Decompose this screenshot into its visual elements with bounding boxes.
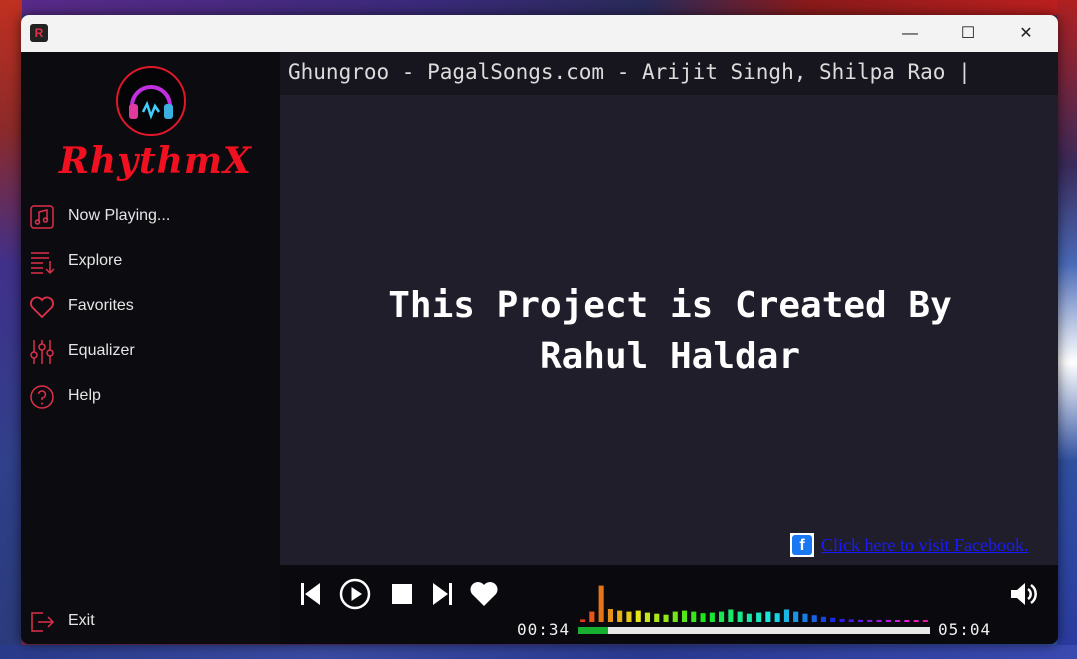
sidebar-item-favorites[interactable]: Favorites: [29, 289, 269, 325]
sidebar-item-label: Explore: [68, 252, 123, 269]
visualizer-bar: [691, 611, 697, 622]
visualizer-bar: [802, 613, 808, 622]
seek-bar[interactable]: [578, 627, 930, 634]
playlist-icon: [31, 252, 55, 275]
music-note-icon: [30, 205, 54, 229]
visualizer-bar: [876, 619, 882, 622]
track-title: Ghungroo - PagalSongs.com - Arijit Singh…: [288, 60, 971, 84]
sidebar-item-label: Now Playing...: [68, 207, 171, 224]
equalizer-icon: [30, 340, 54, 364]
visualizer-bar: [663, 614, 669, 622]
exit-label: Exit: [68, 612, 95, 629]
visualizer-bar: [728, 609, 734, 622]
sidebar-item-help[interactable]: Help: [29, 379, 269, 415]
visualizer-bar: [737, 611, 743, 622]
track-marquee: Ghungroo - PagalSongs.com - Arijit Singh…: [280, 52, 1058, 95]
facebook-link-text[interactable]: Click here to visit Facebook.: [821, 535, 1028, 556]
visualizer-bar: [774, 613, 780, 622]
stop-button[interactable]: [386, 578, 418, 610]
exit-icon: [31, 612, 55, 632]
previous-button[interactable]: [294, 578, 326, 610]
visualizer-bar: [756, 612, 762, 622]
help-icon: [30, 385, 54, 409]
visualizer-bar: [895, 620, 901, 622]
title-bar: R — ☐ ✕: [21, 15, 1058, 52]
visualizer-bar: [709, 612, 715, 622]
visualizer-bar: [682, 610, 688, 622]
visualizer-bar: [848, 619, 854, 622]
visualizer-bar: [811, 615, 817, 622]
audio-visualizer: [580, 585, 928, 622]
facebook-icon: f: [790, 533, 814, 557]
visualizer-bar: [746, 613, 752, 622]
elapsed-time: 00:34: [517, 620, 571, 639]
visualizer-bar: [765, 611, 771, 622]
app-logo-text: RhythmX: [59, 140, 252, 182]
visualizer-bar: [783, 609, 789, 622]
credit-line-1: This Project is Created By: [388, 285, 952, 326]
sidebar: RhythmX Now Playing... Explore Favorites…: [21, 52, 280, 644]
sidebar-item-label: Equalizer: [68, 342, 135, 359]
credit-text: This Project is Created By Rahul Haldar: [350, 280, 990, 382]
visualizer-bar: [719, 611, 725, 622]
headphones-logo-icon: [116, 66, 186, 136]
visualizer-bar: [580, 619, 586, 622]
play-button[interactable]: [339, 578, 371, 610]
sidebar-item-now-playing[interactable]: Now Playing...: [29, 199, 269, 235]
sidebar-item-equalizer[interactable]: Equalizer: [29, 334, 269, 370]
visualizer-bar: [700, 613, 706, 622]
visualizer-bar: [644, 612, 650, 622]
seek-bar-fill: [578, 627, 608, 634]
player-bar: 00:34 05:04: [280, 565, 1058, 644]
visualizer-bar: [589, 611, 595, 622]
visualizer-bar: [913, 620, 919, 622]
minimize-button[interactable]: —: [887, 15, 933, 52]
visualizer-bar: [839, 618, 845, 622]
visualizer-bar: [922, 620, 928, 622]
sidebar-item-label: Favorites: [68, 297, 134, 314]
exit-button[interactable]: Exit: [29, 604, 269, 640]
visualizer-bar: [626, 611, 632, 622]
app-logo-icon: R: [30, 24, 48, 42]
visualizer-bar: [598, 585, 604, 622]
main-panel: Ghungroo - PagalSongs.com - Arijit Singh…: [280, 52, 1058, 644]
visualizer-bar: [820, 616, 826, 622]
heart-icon: [30, 296, 54, 319]
visualizer-bar: [830, 617, 836, 622]
visualizer-bar: [672, 611, 678, 622]
total-duration: 05:04: [938, 620, 992, 639]
visualizer-bar: [867, 619, 873, 622]
visualizer-bar: [654, 613, 660, 622]
maximize-button[interactable]: ☐: [945, 15, 991, 52]
visualizer-bar: [858, 619, 864, 622]
visualizer-bar: [635, 610, 641, 622]
volume-icon[interactable]: [1008, 578, 1040, 610]
visualizer-bar: [607, 609, 613, 622]
credit-line-2: Rahul Haldar: [539, 336, 801, 377]
sidebar-item-label: Help: [68, 387, 101, 404]
sidebar-item-explore[interactable]: Explore: [29, 244, 269, 280]
visualizer-bar: [617, 610, 623, 622]
visualizer-bar: [793, 611, 799, 622]
visualizer-bar: [885, 619, 891, 622]
next-button[interactable]: [427, 578, 459, 610]
favorite-heart-button[interactable]: [468, 578, 500, 610]
app-window: R — ☐ ✕ RhythmX Now Playing... Explore F…: [21, 15, 1058, 644]
close-button[interactable]: ✕: [1003, 15, 1049, 52]
visualizer-bar: [904, 620, 910, 622]
